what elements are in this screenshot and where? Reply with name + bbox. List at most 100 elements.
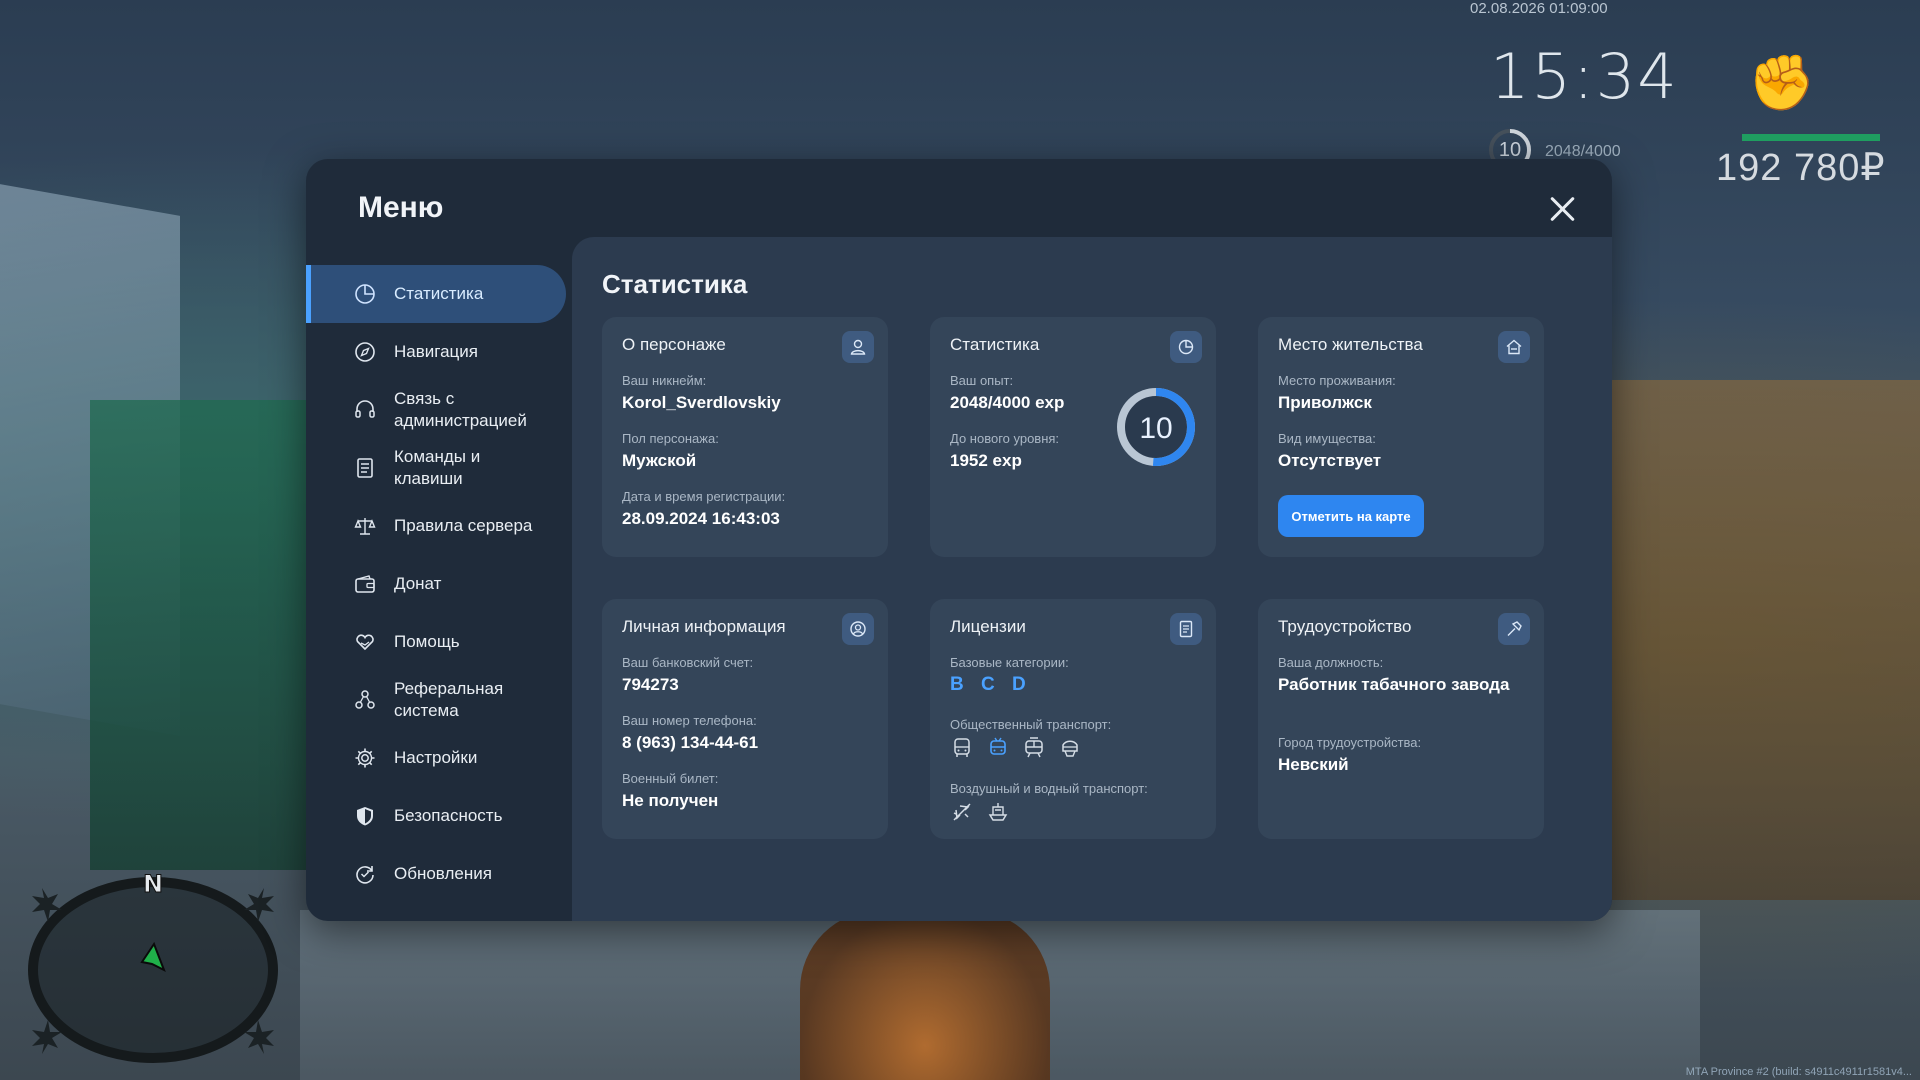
field-label: Общественный транспорт: — [950, 717, 1112, 732]
wallet-icon — [354, 573, 376, 595]
sidebar-item-label: Команды и клавиши — [394, 447, 481, 488]
sidebar-item-navigation[interactable]: Навигация — [306, 323, 572, 381]
hud-clock: 15:34 — [1490, 40, 1679, 113]
card-employment: Трудоустройство Ваша должность: Работник… — [1258, 599, 1544, 839]
airplane-icon — [950, 800, 974, 824]
pie-chart-icon — [1170, 331, 1202, 363]
field-value: 28.09.2024 16:43:03 — [622, 509, 780, 528]
field-label: Ваш опыт: — [950, 373, 1014, 388]
sidebar: Статистика Навигация Связь с администрац… — [306, 265, 572, 903]
field-label: Ваша должность: — [1278, 655, 1384, 670]
sidebar-item-label: Реферальная система — [394, 679, 504, 720]
sidebar-item-settings[interactable]: Настройки — [306, 729, 572, 787]
headset-icon — [354, 399, 376, 421]
card-title: О персонаже — [622, 335, 726, 354]
field-nickname: Ваш никнейм: Korol_Sverdlovskiy — [622, 373, 781, 414]
content-area: Статистика О персонаже Ваш никнейм: Koro… — [572, 237, 1612, 921]
bus-icon — [950, 736, 974, 760]
field-label: Вид имущества: — [1278, 431, 1376, 446]
field-registration: Дата и время регистрации: 28.09.2024 16:… — [622, 489, 785, 530]
field-experience: Ваш опыт: 2048/4000 exp — [950, 373, 1064, 414]
field-work-city: Город трудоустройства: Невский — [1278, 735, 1421, 776]
sidebar-item-updates[interactable]: Обновления — [306, 845, 572, 903]
scene-desk — [1590, 380, 1920, 900]
license-categories: B C D — [950, 674, 1032, 695]
close-button[interactable] — [1544, 191, 1580, 227]
sidebar-item-label: Навигация — [394, 342, 478, 361]
card-personal-info: Личная информация Ваш банковский счет: 7… — [602, 599, 888, 839]
field-label: Ваш никнейм: — [622, 373, 707, 388]
fist-icon: ✊ — [1748, 53, 1816, 113]
field-value: Korol_Sverdlovskiy — [622, 393, 781, 412]
sidebar-item-contact-admin[interactable]: Связь с администрацией — [306, 381, 572, 439]
field-position: Ваша должность: Работник табачного завод… — [1278, 655, 1524, 696]
pie-chart-icon — [354, 283, 376, 305]
field-value: 794273 — [622, 675, 679, 694]
sidebar-item-label: Обновления — [394, 864, 492, 883]
trolleybus-icon — [986, 736, 1010, 760]
menu-panel: Меню Статистика Навигация Связь с админи… — [306, 159, 1612, 921]
taxi-icon — [1058, 736, 1082, 760]
sidebar-item-commands[interactable]: Команды и клавиши — [306, 439, 572, 497]
sidebar-item-statistics[interactable]: Статистика — [306, 265, 566, 323]
compass-icon — [354, 341, 376, 363]
field-value: Приволжск — [1278, 393, 1372, 412]
field-phone-number: Ваш номер телефона: 8 (963) 134-44-61 — [622, 713, 758, 754]
field-value: Мужской — [622, 451, 697, 470]
boat-icon — [986, 800, 1010, 824]
field-label: Военный билет: — [622, 771, 719, 786]
house-icon — [1498, 331, 1530, 363]
sidebar-item-referral[interactable]: Реферальная система — [306, 671, 572, 729]
scene-cabinet — [90, 400, 320, 870]
sidebar-item-label: Безопасность — [394, 806, 503, 825]
field-value: 2048/4000 exp — [950, 393, 1065, 412]
tram-icon — [1022, 736, 1046, 760]
field-value: Работник табачного завода — [1278, 675, 1510, 694]
health-bar — [1742, 134, 1880, 141]
document-icon — [354, 457, 376, 479]
user-circle-icon — [842, 613, 874, 645]
sidebar-item-server-rules[interactable]: Правила сервера — [306, 497, 572, 555]
sidebar-item-security[interactable]: Безопасность — [306, 787, 572, 845]
field-value: Невский — [1278, 755, 1349, 774]
shield-icon — [354, 805, 376, 827]
field-label: Базовые категории: — [950, 655, 1069, 670]
field-label: Дата и время регистрации: — [622, 489, 786, 504]
level-progress-ring: 10 — [1117, 388, 1195, 466]
refresh-icon — [354, 863, 376, 885]
field-base-categories: Базовые категории: B C D — [950, 655, 1069, 696]
content-title: Статистика — [602, 269, 748, 299]
sidebar-item-label: Донат — [394, 574, 442, 593]
build-info: MTA Province #2 (build: s4911c4911r1581v… — [1685, 1066, 1912, 1078]
field-property-type: Вид имущества: Отсутствует — [1278, 431, 1381, 472]
field-value: Не получен — [622, 791, 719, 810]
mark-on-map-button[interactable]: Отметить на карте — [1278, 495, 1424, 537]
card-title: Место жительства — [1278, 335, 1423, 354]
card-licenses: Лицензии Базовые категории: B C D Общест… — [930, 599, 1216, 839]
card-title: Трудоустройство — [1278, 617, 1412, 636]
sidebar-item-help[interactable]: Помощь — [306, 613, 572, 671]
heart-hands-icon — [354, 631, 376, 653]
gear-icon — [354, 747, 376, 769]
field-military-id: Военный билет: Не получен — [622, 771, 718, 812]
player-character — [800, 910, 1050, 1080]
field-label: Воздушный и водный транспорт: — [950, 781, 1148, 796]
field-label: Ваш банковский счет: — [622, 655, 754, 670]
card-title: Личная информация — [622, 617, 786, 636]
scales-icon — [354, 515, 376, 537]
field-residence-place: Место проживания: Приволжск — [1278, 373, 1396, 414]
hud-money: 192 780₽ — [1716, 147, 1886, 189]
sidebar-item-donate[interactable]: Донат — [306, 555, 572, 613]
card-title: Статистика — [950, 335, 1040, 354]
field-label: Место проживания: — [1278, 373, 1396, 388]
field-air-water-transport: Воздушный и водный транспорт: — [950, 781, 1148, 824]
field-public-transport: Общественный транспорт: — [950, 717, 1111, 760]
level-value: 10 — [1139, 412, 1172, 445]
card-title: Лицензии — [950, 617, 1026, 636]
sidebar-item-label: Настройки — [394, 748, 478, 767]
field-label: Город трудоустройства: — [1278, 735, 1422, 750]
referral-icon — [354, 689, 376, 711]
field-bank-account: Ваш банковский счет: 794273 — [622, 655, 753, 696]
sidebar-item-label: Статистика — [394, 284, 484, 303]
card-statistics: Статистика Ваш опыт: 2048/4000 exp До но… — [930, 317, 1216, 557]
